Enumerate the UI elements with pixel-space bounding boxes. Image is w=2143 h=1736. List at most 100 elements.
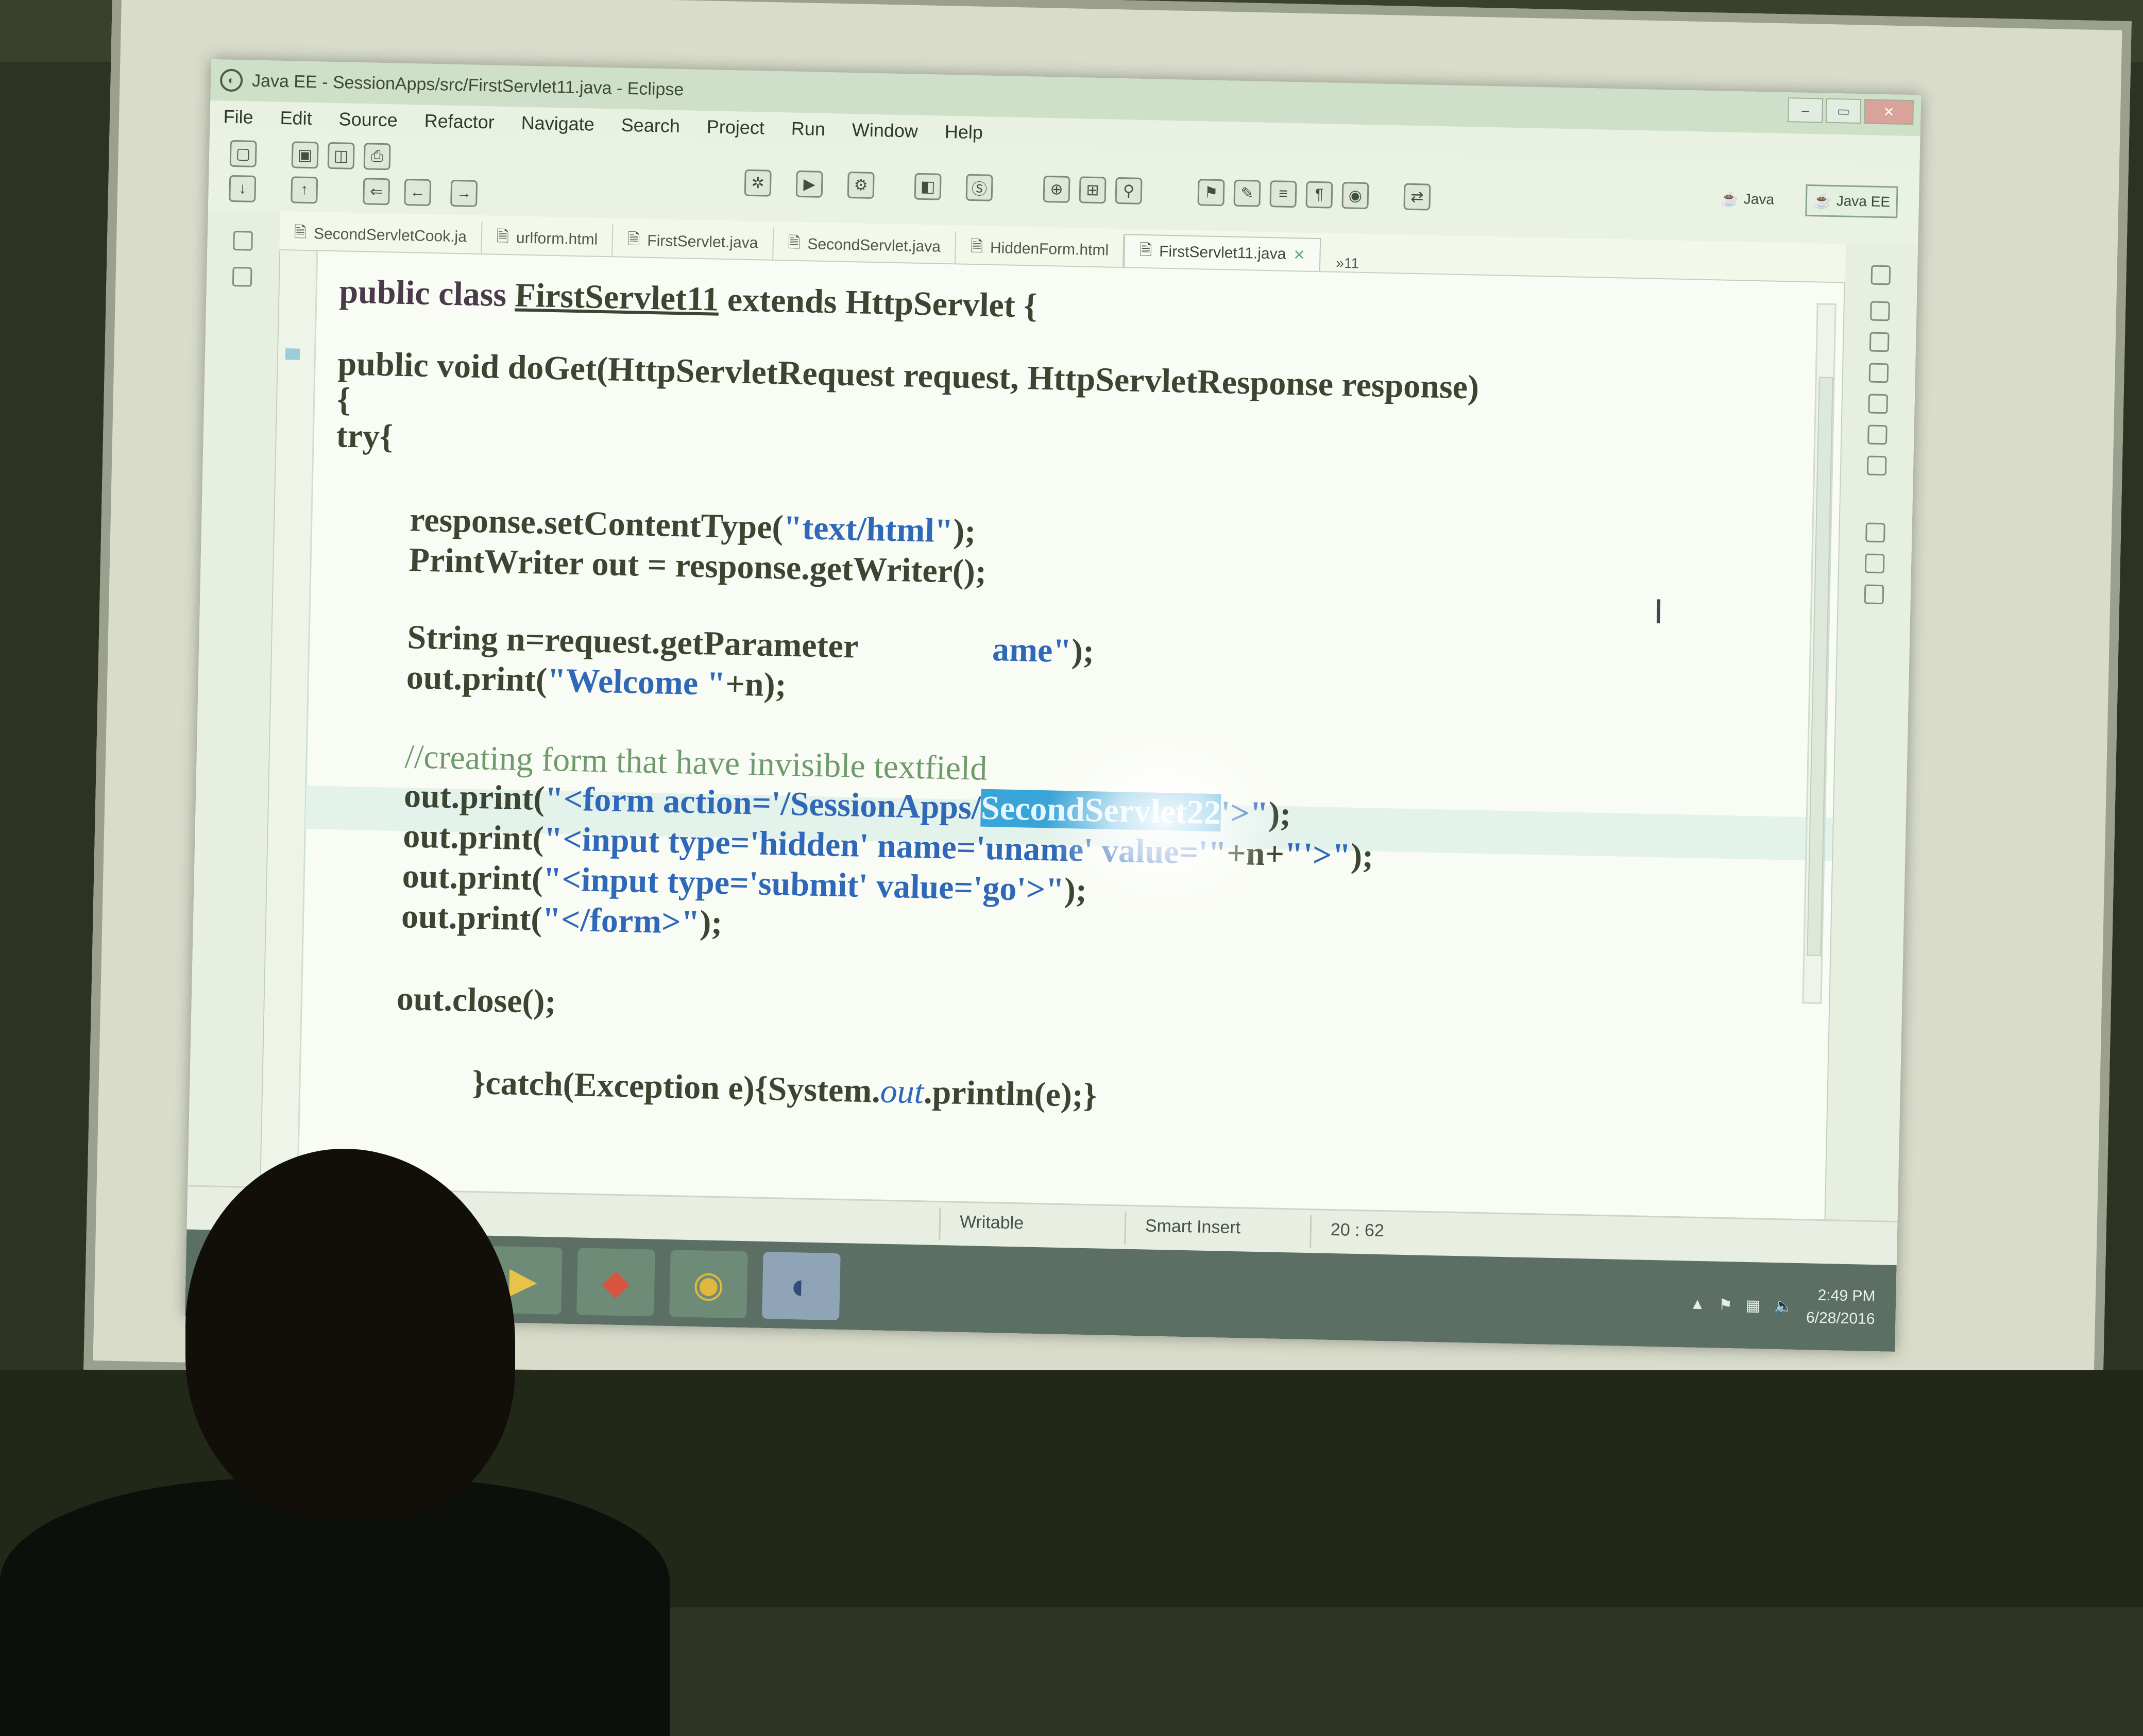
external-tools-icon[interactable]: ⚙ <box>847 171 875 199</box>
restore-icon[interactable] <box>233 230 253 251</box>
class-name: FirstServlet11 <box>514 276 720 318</box>
pin-icon[interactable]: ⚑ <box>1197 179 1225 207</box>
tab-firstservlet11[interactable]: 🗎 FirstServlet11.java ✕ <box>1124 234 1321 271</box>
save-all-icon[interactable]: ◫ <box>327 142 355 169</box>
open-task-icon[interactable]: ⊞ <box>1079 176 1107 204</box>
next-annotation-icon[interactable]: ↓ <box>229 175 257 202</box>
markers-icon[interactable] <box>1868 363 1889 383</box>
perspective-java-label: Java <box>1743 191 1775 208</box>
eclipse-taskbar-icon[interactable]: ◐ <box>762 1251 841 1321</box>
highlight-icon[interactable]: ✎ <box>1233 179 1261 207</box>
viewer-head <box>185 1149 515 1520</box>
debug-icon[interactable]: ✲ <box>744 169 772 197</box>
new-class-icon[interactable]: Ⓢ <box>965 174 993 201</box>
servers-icon[interactable] <box>1868 394 1889 414</box>
office-app-icon[interactable]: ◆ <box>576 1248 655 1317</box>
vertical-scrollbar[interactable] <box>1802 303 1836 1004</box>
menu-run[interactable]: Run <box>791 118 825 140</box>
menu-project[interactable]: Project <box>706 116 764 139</box>
close-button[interactable]: ✕ <box>1864 99 1914 125</box>
last-edit-icon[interactable]: ⇐ <box>363 178 390 206</box>
minimize-button[interactable]: – <box>1788 97 1824 123</box>
back-icon[interactable]: ← <box>404 178 432 206</box>
menu-edit[interactable]: Edit <box>280 107 312 129</box>
link-icon[interactable]: ⇄ <box>1403 183 1431 211</box>
status-insert-mode: Smart Insert <box>1145 1216 1241 1238</box>
new-icon[interactable]: ▢ <box>229 140 257 167</box>
code-line-welcome: out.print("Welcome "+n); <box>406 658 787 705</box>
hierarchy-icon[interactable] <box>1864 553 1885 574</box>
java-file-icon: 🗎 <box>627 230 640 248</box>
package-explorer-icon[interactable] <box>232 266 252 287</box>
window-title: Java EE - SessionApps/src/FirstServlet11… <box>251 71 684 99</box>
snippets-icon[interactable] <box>1864 584 1884 605</box>
maximize-button[interactable]: ▭ <box>1826 98 1862 124</box>
search-icon[interactable]: ⚲ <box>1115 177 1143 205</box>
scrollbar-thumb[interactable] <box>1807 377 1833 956</box>
status-separator <box>1124 1211 1127 1245</box>
token: .println(e);} <box>923 1073 1097 1115</box>
console-icon[interactable] <box>1866 455 1887 476</box>
clock[interactable]: 2:49 PM 6/28/2016 <box>1806 1284 1876 1331</box>
perspective-java-ee-label: Java EE <box>1836 193 1891 210</box>
token: }catch(Exception e){System. <box>471 1064 881 1110</box>
tab-label: HiddenForm.html <box>990 239 1109 259</box>
clock-time: 2:49 PM <box>1817 1286 1876 1305</box>
tab-urlform[interactable]: 🗎 urlform.html <box>482 222 614 257</box>
window-controls: – ▭ ✕ <box>1788 97 1914 125</box>
print-icon[interactable]: ⎙ <box>363 143 391 171</box>
show-whitespace-icon[interactable]: ¶ <box>1305 181 1333 209</box>
toggle-block-icon[interactable]: ≡ <box>1269 180 1297 208</box>
menu-help[interactable]: Help <box>944 121 983 144</box>
menu-refactor[interactable]: Refactor <box>424 110 495 133</box>
tab-label: FirstServlet.java <box>647 232 758 252</box>
code-line-method: public void doGet(HttpServletRequest req… <box>337 345 1479 406</box>
perspective-java[interactable]: ☕ Java <box>1712 182 1782 216</box>
token: out.print( <box>402 817 545 858</box>
tab-hiddenform[interactable]: 🗎 HiddenForm.html <box>956 231 1125 267</box>
tab-label: urlform.html <box>516 229 598 248</box>
action-center-icon[interactable]: ⚑ <box>1719 1296 1733 1314</box>
task-list-icon[interactable] <box>1869 332 1890 352</box>
minimize-view-icon[interactable] <box>1870 265 1891 285</box>
mark-occurrences-icon[interactable]: ◉ <box>1341 182 1369 210</box>
menu-source[interactable]: Source <box>338 108 398 131</box>
tab-secondservletcook[interactable]: 🗎 SecondServletCook.ja <box>279 217 483 254</box>
network-icon[interactable]: ▦ <box>1745 1296 1760 1315</box>
token: out.print( <box>401 897 543 938</box>
token: public class <box>338 273 516 314</box>
token: out.print( <box>402 857 543 898</box>
string-literal: "'>" <box>1284 835 1352 875</box>
new-server-icon[interactable]: ◧ <box>914 173 942 200</box>
tab-overflow[interactable]: »11 <box>1336 255 1359 272</box>
static-field: out <box>880 1072 924 1111</box>
perspective-java-ee[interactable]: ☕ Java EE <box>1805 184 1898 218</box>
data-source-icon[interactable] <box>1867 424 1887 445</box>
forward-icon[interactable]: → <box>450 179 478 207</box>
tab-label: SecondServlet.java <box>807 235 941 256</box>
text-cursor-icon: I <box>1653 593 1664 632</box>
save-icon[interactable]: ▣ <box>291 141 319 169</box>
viewer-silhouette <box>0 1149 670 1736</box>
prev-annotation-icon[interactable]: ↑ <box>291 176 318 204</box>
outline-icon[interactable] <box>1870 301 1890 321</box>
menu-navigate[interactable]: Navigate <box>521 112 594 135</box>
run-icon[interactable]: ▶ <box>795 170 823 198</box>
menu-window[interactable]: Window <box>852 119 918 142</box>
tab-firstservlet[interactable]: 🗎 FirstServlet.java <box>613 224 774 260</box>
close-icon[interactable]: ✕ <box>1293 246 1305 263</box>
tab-secondservlet[interactable]: 🗎 SecondServlet.java <box>773 227 957 264</box>
html-file-icon: 🗎 <box>496 228 509 245</box>
open-type-icon[interactable]: ⊕ <box>1043 175 1070 203</box>
menu-file[interactable]: File <box>223 106 253 128</box>
menu-search[interactable]: Search <box>621 114 680 137</box>
java-file-icon: 🗎 <box>1139 241 1152 259</box>
token: ); <box>699 904 723 942</box>
token: +n); <box>725 665 787 704</box>
volume-icon[interactable]: 🔈 <box>1774 1297 1793 1316</box>
code-editor[interactable]: public class FirstServlet11 extends Http… <box>260 249 1845 1222</box>
chrome-icon[interactable]: ◉ <box>669 1250 748 1319</box>
java-ee-perspective-icon: ☕ <box>1813 192 1832 209</box>
show-hidden-icons-icon[interactable]: ▲ <box>1690 1296 1705 1314</box>
restore-icon[interactable] <box>1865 522 1885 543</box>
